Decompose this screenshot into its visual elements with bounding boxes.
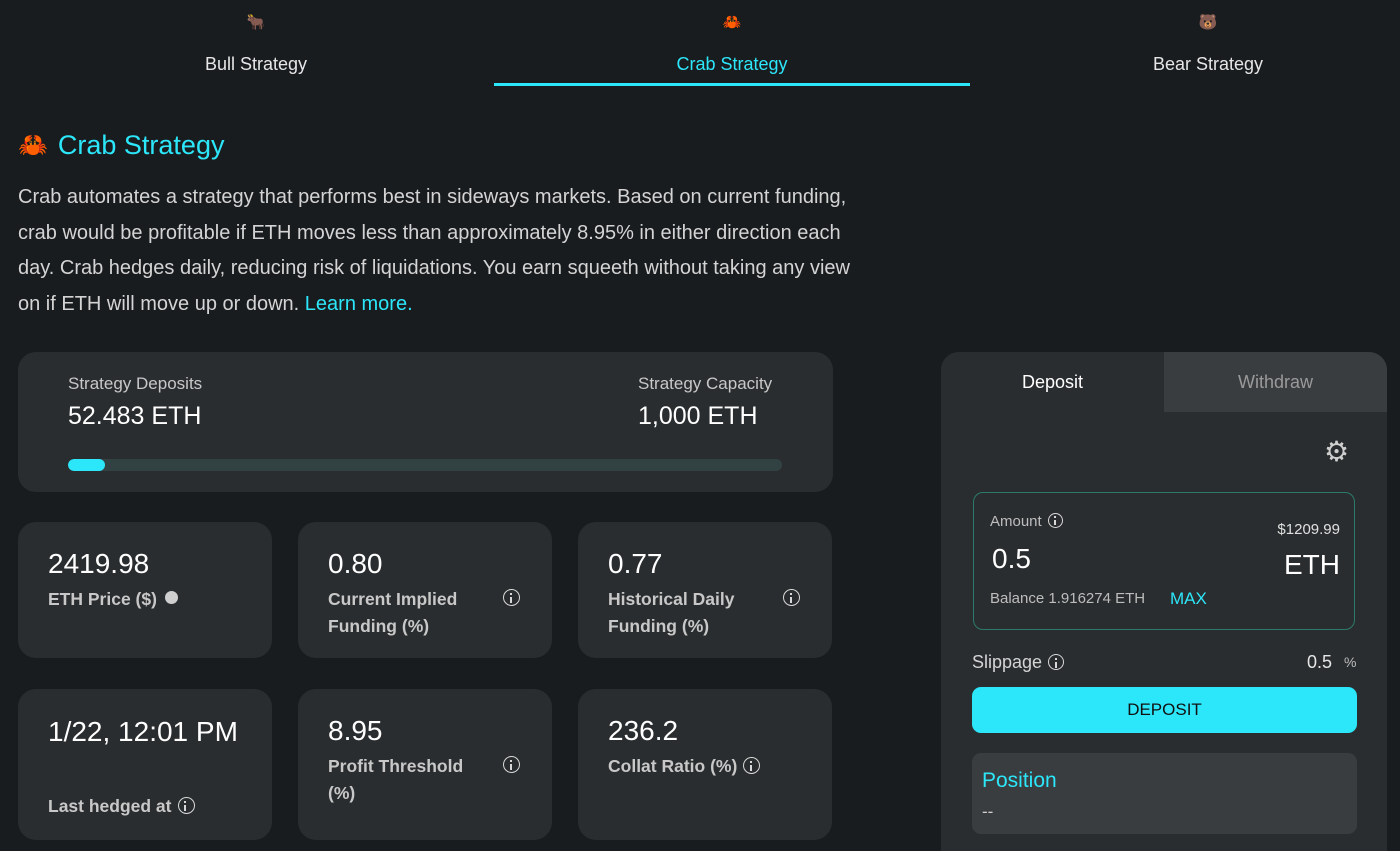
position-title: Position: [982, 769, 1057, 792]
amount-usd-value: $1209.99: [1277, 521, 1340, 538]
info-icon[interactable]: [503, 756, 520, 773]
status-dot-icon: [164, 591, 178, 604]
historical-funding-label: Historical Daily Funding (%): [608, 589, 735, 636]
stat-card-last-hedged: 1/22, 12:01 PM Last hedged at: [18, 689, 272, 840]
strategy-capacity-label: Strategy Capacity: [638, 374, 773, 393]
panel-tabs: Deposit Withdraw: [941, 352, 1387, 412]
strategy-tabs: 🐂 Bull Strategy 🦀 Crab Strategy 🐻 Bear S…: [18, 0, 1400, 88]
gear-icon[interactable]: ⚙: [1324, 438, 1349, 466]
slippage-label-text: Slippage: [972, 652, 1043, 672]
info-icon[interactable]: [177, 797, 195, 814]
stat-card-eth-price: 2419.98 ETH Price ($): [18, 522, 272, 658]
page-title-text: Crab Strategy: [57, 130, 225, 160]
description-text: Crab automates a strategy that performs …: [18, 186, 850, 315]
capacity-card: Strategy Deposits 52.483 ETH Strategy Ca…: [18, 352, 833, 492]
stat-card-collat-ratio: 236.2 Collat Ratio (%): [578, 689, 832, 840]
deposit-withdraw-panel: Deposit Withdraw ⚙ Amount $1209.99 ETH B…: [941, 352, 1387, 851]
profit-threshold-value: 8.95: [328, 715, 383, 746]
tab-withdraw[interactable]: Withdraw: [1164, 352, 1387, 412]
strategy-deposits-value: 52.483 ETH: [68, 402, 202, 430]
info-icon[interactable]: [783, 589, 800, 606]
slippage-label: Slippage: [972, 652, 1065, 673]
eth-price-label-text: ETH Price ($): [48, 589, 157, 609]
collat-ratio-label: Collat Ratio (%): [608, 753, 828, 780]
historical-funding-value: 0.77: [608, 548, 663, 579]
deposit-button[interactable]: DEPOSIT: [972, 687, 1357, 733]
learn-more-link[interactable]: Learn more.: [305, 293, 413, 315]
slippage-input[interactable]: 0.5: [1307, 652, 1332, 673]
tab-deposit[interactable]: Deposit: [941, 352, 1164, 412]
tab-bull-strategy[interactable]: 🐂 Bull Strategy: [18, 0, 494, 88]
profit-threshold-label: Profit Threshold (%): [328, 756, 464, 803]
tab-label: Crab Strategy: [676, 54, 788, 74]
stat-card-profit-threshold: 8.95 Profit Threshold (%): [298, 689, 552, 840]
strategy-capacity: Strategy Capacity 1,000 ETH: [638, 374, 772, 431]
position-value: --: [982, 802, 994, 821]
amount-label-text: Amount: [990, 513, 1042, 530]
implied-funding-label: Current Implied Funding (%): [328, 589, 458, 636]
info-icon[interactable]: [503, 589, 520, 606]
info-icon[interactable]: [1047, 513, 1063, 528]
collat-ratio-label-text: Collat Ratio (%): [608, 756, 738, 776]
strategy-deposits: Strategy Deposits 52.483 ETH: [68, 374, 202, 431]
tab-label: Bull Strategy: [204, 54, 308, 74]
capacity-progress-bar: [68, 459, 782, 471]
last-hedged-label-text: Last hedged at: [48, 796, 172, 816]
amount-unit: ETH: [1284, 549, 1340, 580]
stat-card-implied-funding: 0.80 Current Implied Funding (%): [298, 522, 552, 658]
amount-input[interactable]: [992, 543, 1192, 575]
info-icon[interactable]: [1048, 654, 1065, 670]
last-hedged-value: 1/22, 12:01 PM: [48, 716, 238, 747]
balance-text: Balance 1.916274 ETH: [990, 590, 1146, 607]
crab-icon: 🦀: [722, 14, 742, 31]
capacity-progress-fill: [68, 459, 106, 471]
amount-input-box: Amount $1209.99 ETH Balance 1.916274 ETH…: [973, 492, 1355, 630]
strategy-capacity-value: 1,000 ETH: [638, 402, 758, 430]
stat-card-historical-funding: 0.77 Historical Daily Funding (%): [578, 522, 832, 658]
tab-crab-strategy[interactable]: 🦀 Crab Strategy: [494, 0, 970, 88]
max-button[interactable]: MAX: [1170, 589, 1207, 609]
page-title: 🦀 Crab Strategy: [18, 130, 224, 161]
tab-label: Bear Strategy: [1152, 54, 1264, 74]
bear-icon: 🐻: [1198, 14, 1218, 31]
bull-icon: 🐂: [246, 14, 266, 31]
implied-funding-value: 0.80: [328, 548, 383, 579]
position-box: Position --: [972, 753, 1357, 834]
strategy-deposits-label: Strategy Deposits: [68, 374, 203, 393]
strategy-description: Crab automates a strategy that performs …: [18, 180, 858, 322]
crab-icon: 🦀: [18, 132, 48, 159]
info-icon[interactable]: [743, 757, 761, 774]
eth-price-label: ETH Price ($): [48, 586, 268, 613]
amount-label: Amount: [990, 513, 1063, 530]
tab-bear-strategy[interactable]: 🐻 Bear Strategy: [970, 0, 1400, 88]
slippage-unit: %: [1344, 654, 1357, 670]
eth-price-value: 2419.98: [48, 548, 150, 579]
collat-ratio-value: 236.2: [608, 715, 679, 746]
last-hedged-label: Last hedged at: [48, 793, 268, 820]
